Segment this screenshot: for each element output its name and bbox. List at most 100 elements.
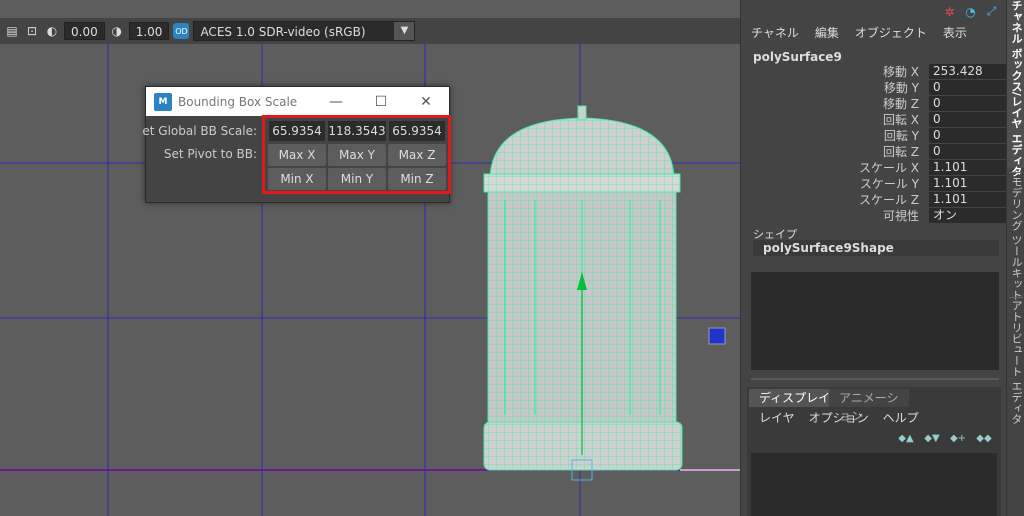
scale-z-field[interactable]: 65.9354 xyxy=(389,121,445,141)
object-name[interactable]: polySurface9 xyxy=(753,50,842,64)
side-tab-label: モデリング ツールキット xyxy=(1010,176,1023,301)
channel-box-menu: チャネル 編集 オブジェクト 表示 xyxy=(751,24,967,41)
attr-row-scale-x[interactable]: スケール X 1.101 xyxy=(751,160,1009,176)
attr-label: 可視性 xyxy=(882,209,919,223)
side-tab-modeling-toolkit[interactable]: モデリング ツールキット xyxy=(1007,176,1024,301)
side-tab-label: チャネル ボックス/レイヤ エディタ xyxy=(1010,0,1023,177)
attr-value[interactable]: オン xyxy=(929,208,1009,223)
camera-icon[interactable]: ▤ xyxy=(4,23,20,39)
min-y-button[interactable]: Min Y xyxy=(328,168,386,190)
attr-label: 回転 Z xyxy=(882,145,919,159)
new-layer-icon[interactable]: ◆+ xyxy=(949,431,967,445)
attr-value[interactable]: 1.101 xyxy=(929,160,1009,175)
colorspace-dropdown[interactable]: ACES 1.0 SDR-video (sRGB) ▼ xyxy=(193,21,416,41)
attr-row-rotate-x[interactable]: 回転 X 0 xyxy=(751,112,1009,128)
gamma-field[interactable]: 1.00 xyxy=(128,22,170,40)
attr-row-translate-z[interactable]: 移動 Z 0 xyxy=(751,96,1009,112)
attr-row-scale-y[interactable]: スケール Y 1.101 xyxy=(751,176,1009,192)
attr-row-translate-x[interactable]: 移動 X 253.428 xyxy=(751,64,1009,80)
attr-value[interactable]: 0 xyxy=(929,128,1009,143)
attr-row-visibility[interactable]: 可視性 オン xyxy=(751,208,1009,224)
min-z-button[interactable]: Min Z xyxy=(388,168,446,190)
attr-label: 回転 Y xyxy=(883,129,919,143)
attr-label: 移動 X xyxy=(882,65,919,79)
resize-icon[interactable]: ⤢ xyxy=(983,3,1000,20)
dialog-titlebar[interactable]: M Bounding Box Scale — ☐ ✕ xyxy=(146,87,449,116)
side-tab-attribute-editor[interactable]: アトリビュート エディタ xyxy=(1007,300,1024,425)
colorspace-icon[interactable]: OD xyxy=(173,23,190,39)
maximize-button[interactable]: ☐ xyxy=(363,87,399,116)
chevron-down-icon: ▼ xyxy=(394,22,415,40)
layer-list[interactable] xyxy=(751,453,997,516)
manipulator-handle xyxy=(708,327,726,345)
tab-display[interactable]: ディスプレイ xyxy=(749,389,841,407)
help-icon[interactable]: ◔ xyxy=(962,3,979,20)
menu-show[interactable]: 表示 xyxy=(943,24,967,41)
max-y-button[interactable]: Max Y xyxy=(328,144,386,166)
exposure-field[interactable]: 0.00 xyxy=(64,22,105,40)
viewport-toolbar: ▤ ⊡ ◐ 0.00 ◑ 1.00 OD ACES 1.0 SDR-video … xyxy=(0,18,740,44)
selected-object-wireframe xyxy=(483,105,683,481)
inputs-area xyxy=(751,272,999,370)
side-tab-strip: チャネル ボックス/レイヤ エディタ モデリング ツールキット アトリビュート … xyxy=(1006,0,1024,516)
layer-icons: ◆▲ ◆▼ ◆+ ◆◆ xyxy=(897,431,993,445)
colorspace-value: ACES 1.0 SDR-video (sRGB) xyxy=(200,25,366,39)
panel-splitter[interactable] xyxy=(751,378,999,380)
minimize-button[interactable]: — xyxy=(318,87,354,116)
set-global-bb-scale-label: et Global BB Scale: xyxy=(142,124,257,138)
attr-value[interactable]: 0 xyxy=(929,96,1009,111)
dialog-body: et Global BB Scale: 65.9354 118.3543 65.… xyxy=(142,116,449,204)
max-x-button[interactable]: Max X xyxy=(268,144,326,166)
gamma-icon[interactable]: ◑ xyxy=(109,23,125,39)
close-button[interactable]: ✕ xyxy=(408,87,444,116)
attr-row-rotate-y[interactable]: 回転 Y 0 xyxy=(751,128,1009,144)
attr-value[interactable]: 1.101 xyxy=(929,176,1009,191)
menu-layers[interactable]: レイヤ xyxy=(759,409,795,426)
attr-value[interactable]: 0 xyxy=(929,80,1009,95)
menu-channels[interactable]: チャネル xyxy=(751,24,799,41)
viewport-top-strip xyxy=(0,0,740,18)
dialog-title: Bounding Box Scale xyxy=(178,94,298,109)
attr-label: スケール X xyxy=(858,161,919,175)
attr-row-scale-z[interactable]: スケール Z 1.101 xyxy=(751,192,1009,208)
layer-editor: ディスプレイ アニメーション レイヤ オプション ヘルプ ◆▲ ◆▼ ◆+ ◆◆ xyxy=(747,387,1001,516)
attr-label: 移動 Y xyxy=(883,81,919,95)
attr-label: 移動 Z xyxy=(882,97,919,111)
shape-name[interactable]: polySurface9Shape xyxy=(753,240,999,256)
bounding-box-scale-dialog: M Bounding Box Scale — ☐ ✕ et Global BB … xyxy=(142,86,450,204)
attr-value[interactable]: 253.428 xyxy=(929,64,1009,79)
channel-box-top-icons: ✲ ◔ ⤢ xyxy=(941,3,1000,20)
transform-icon[interactable]: ✲ xyxy=(941,3,958,20)
attr-label: スケール Y xyxy=(859,177,919,191)
menu-options[interactable]: オプション xyxy=(809,409,869,426)
max-z-button[interactable]: Max Z xyxy=(388,144,446,166)
menu-object[interactable]: オブジェクト xyxy=(855,24,927,41)
tab-animation[interactable]: アニメーション xyxy=(829,389,909,423)
new-layer-selected-icon[interactable]: ◆◆ xyxy=(975,431,993,445)
channel-box-panel: ✲ ◔ ⤢ チャネル 編集 オブジェクト 表示 polySurface9 移動 … xyxy=(740,0,1009,516)
attr-label: スケール Z xyxy=(858,193,919,207)
layer-menu: レイヤ オプション ヘルプ xyxy=(759,409,919,426)
set-pivot-to-bb-label: Set Pivot to BB: xyxy=(163,147,257,161)
side-tab-label: アトリビュート エディタ xyxy=(1010,300,1023,425)
maya-icon: M xyxy=(154,92,172,111)
menu-help[interactable]: ヘルプ xyxy=(883,409,919,426)
scale-y-field[interactable]: 118.3543 xyxy=(328,121,386,141)
attr-value[interactable]: 0 xyxy=(929,144,1009,159)
attr-row-translate-y[interactable]: 移動 Y 0 xyxy=(751,80,1009,96)
isolate-icon[interactable]: ⊡ xyxy=(24,23,40,39)
move-layer-down-icon[interactable]: ◆▼ xyxy=(923,431,941,445)
tab-divider xyxy=(1009,297,1023,298)
attr-value[interactable]: 1.101 xyxy=(929,192,1009,207)
attr-label: 回転 X xyxy=(882,113,919,127)
min-x-button[interactable]: Min X xyxy=(268,168,326,190)
attr-row-rotate-z[interactable]: 回転 Z 0 xyxy=(751,144,1009,160)
side-tab-channel-box[interactable]: チャネル ボックス/レイヤ エディタ xyxy=(1007,0,1024,177)
menu-edit[interactable]: 編集 xyxy=(815,24,839,41)
attr-value[interactable]: 0 xyxy=(929,112,1009,127)
move-layer-up-icon[interactable]: ◆▲ xyxy=(897,431,915,445)
scale-x-field[interactable]: 65.9354 xyxy=(269,121,325,141)
tab-divider xyxy=(1009,172,1023,173)
viewport-panel[interactable]: ▤ ⊡ ◐ 0.00 ◑ 1.00 OD ACES 1.0 SDR-video … xyxy=(0,0,740,516)
exposure-icon[interactable]: ◐ xyxy=(44,23,60,39)
